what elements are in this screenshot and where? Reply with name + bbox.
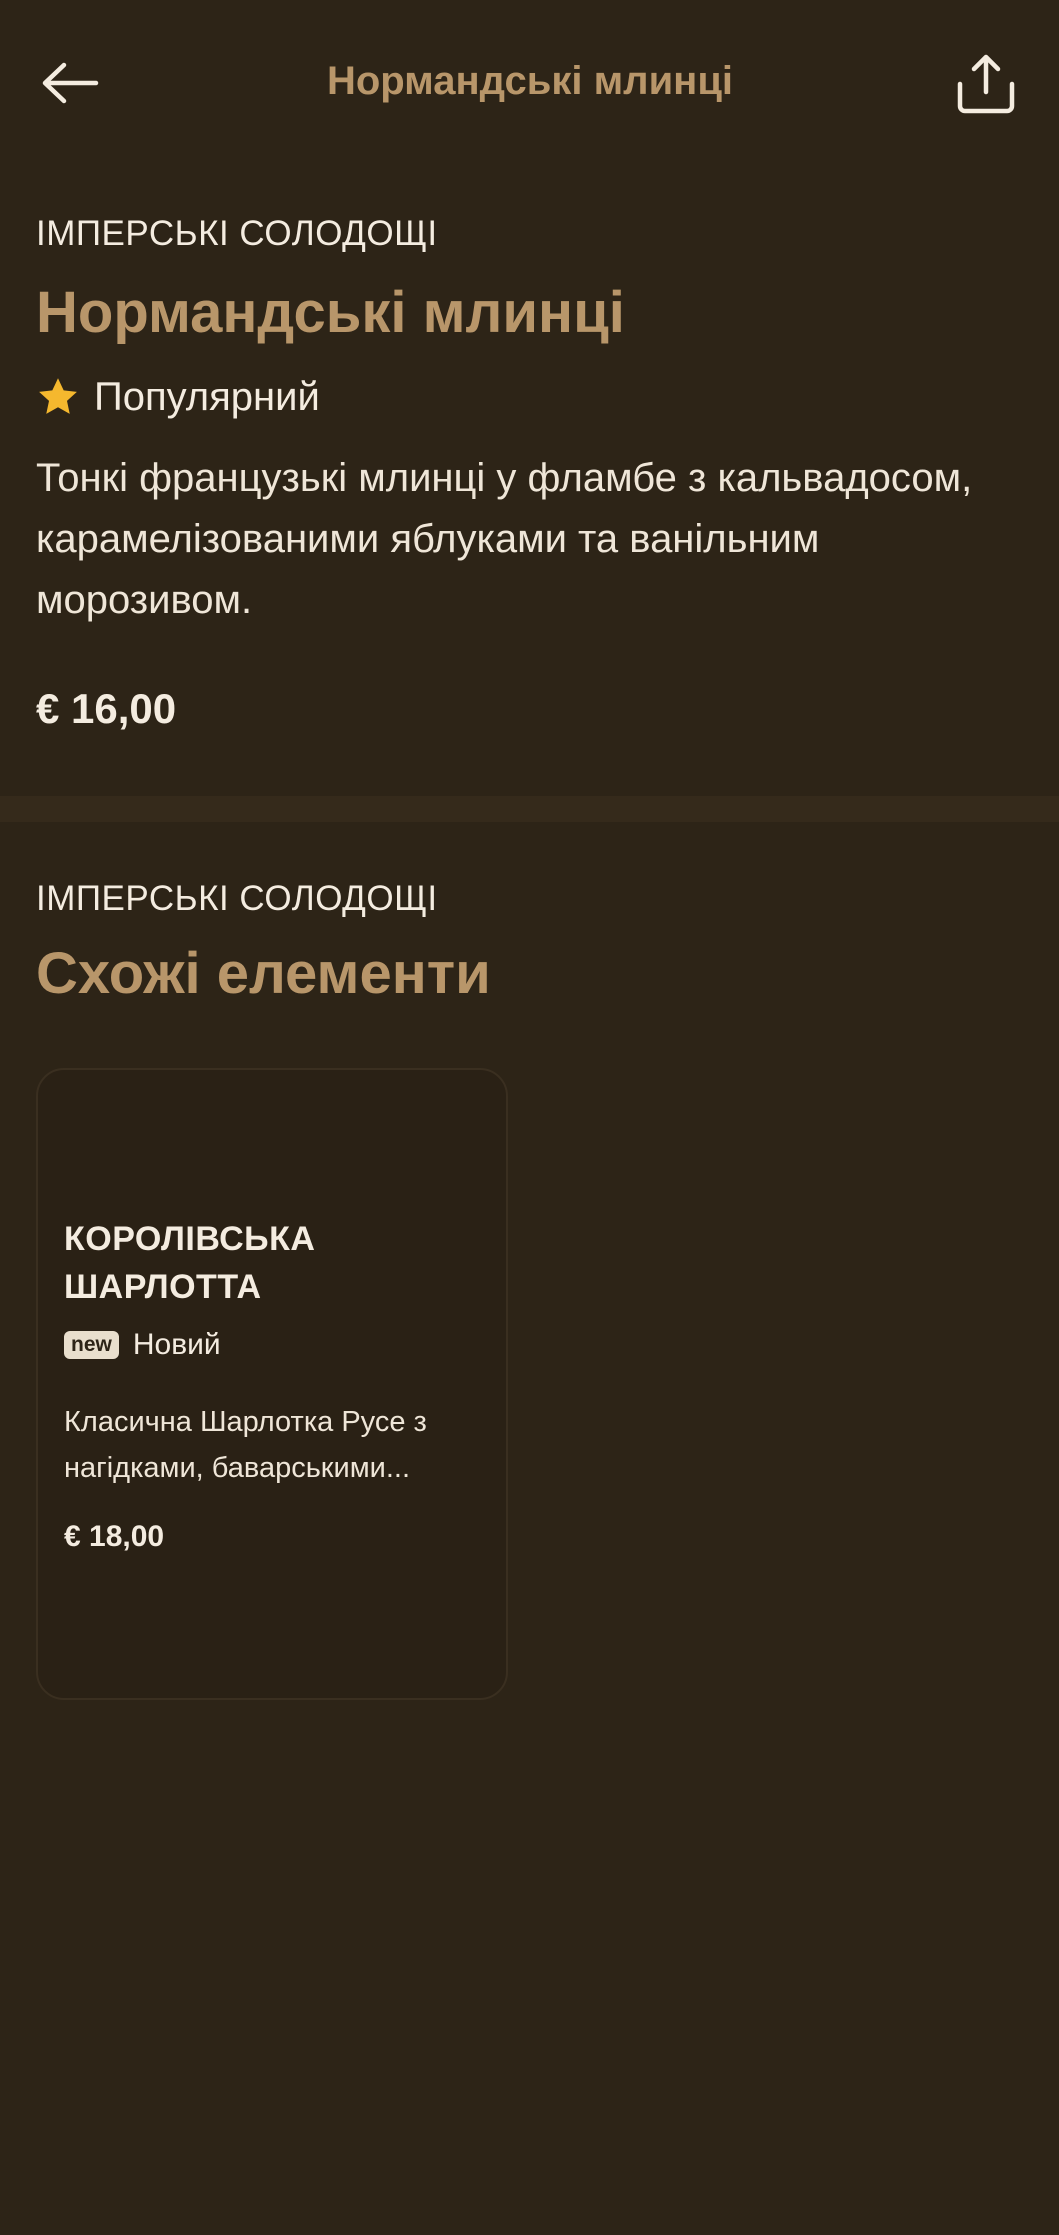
similar-category: ІМПЕРСЬКІ СОЛОДОЩІ [36, 879, 438, 918]
new-badge-label: Новий [132, 1328, 221, 1361]
top-bar: Нормандські млинці [0, 0, 1059, 165]
back-button[interactable] [30, 50, 110, 116]
product-description: Тонкі французькі млинці у фламбе з кальв… [36, 456, 973, 622]
new-badge-tag: new [64, 1331, 119, 1359]
arrow-left-icon [42, 62, 99, 104]
similar-title: Схожі елементи [36, 941, 491, 1006]
similar-section-header: ІМПЕРСЬКІ СОЛОДОЩІ Схожі елементи [36, 875, 1026, 1009]
similar-item-name: КОРОЛІВСЬКА ШАРЛОТТА [64, 1220, 316, 1306]
similar-item-price: € 18,00 [64, 1520, 165, 1553]
product-detail-page: Нормандські млинці ІМПЕРСЬКІ СОЛОДОЩІ Но… [0, 0, 1059, 2235]
share-button[interactable] [948, 46, 1024, 122]
share-icon [957, 54, 1015, 114]
page-title: Нормандські млинці [326, 59, 734, 103]
popular-badge-label: Популярний [94, 375, 320, 419]
popular-badge: Популярний [36, 372, 1026, 422]
product-category: ІМПЕРСЬКІ СОЛОДОЩІ [36, 214, 438, 253]
similar-item-description: Класична Шарлотка Русе з нагідками, бава… [64, 1406, 427, 1484]
product-price: € 16,00 [36, 685, 177, 732]
similar-item-card[interactable]: КОРОЛІВСЬКА ШАРЛОТТА new Новий Класична … [36, 1068, 508, 1700]
new-badge: new Новий [64, 1325, 484, 1365]
similar-item-content: КОРОЛІВСЬКА ШАРЛОТТА new Новий Класична … [64, 1215, 484, 1557]
section-divider [0, 796, 1059, 822]
product-name: Нормандські млинці [36, 280, 625, 345]
star-icon [39, 378, 77, 414]
product-info: ІМПЕРСЬКІ СОЛОДОЩІ Нормандські млинці По… [36, 210, 1026, 735]
